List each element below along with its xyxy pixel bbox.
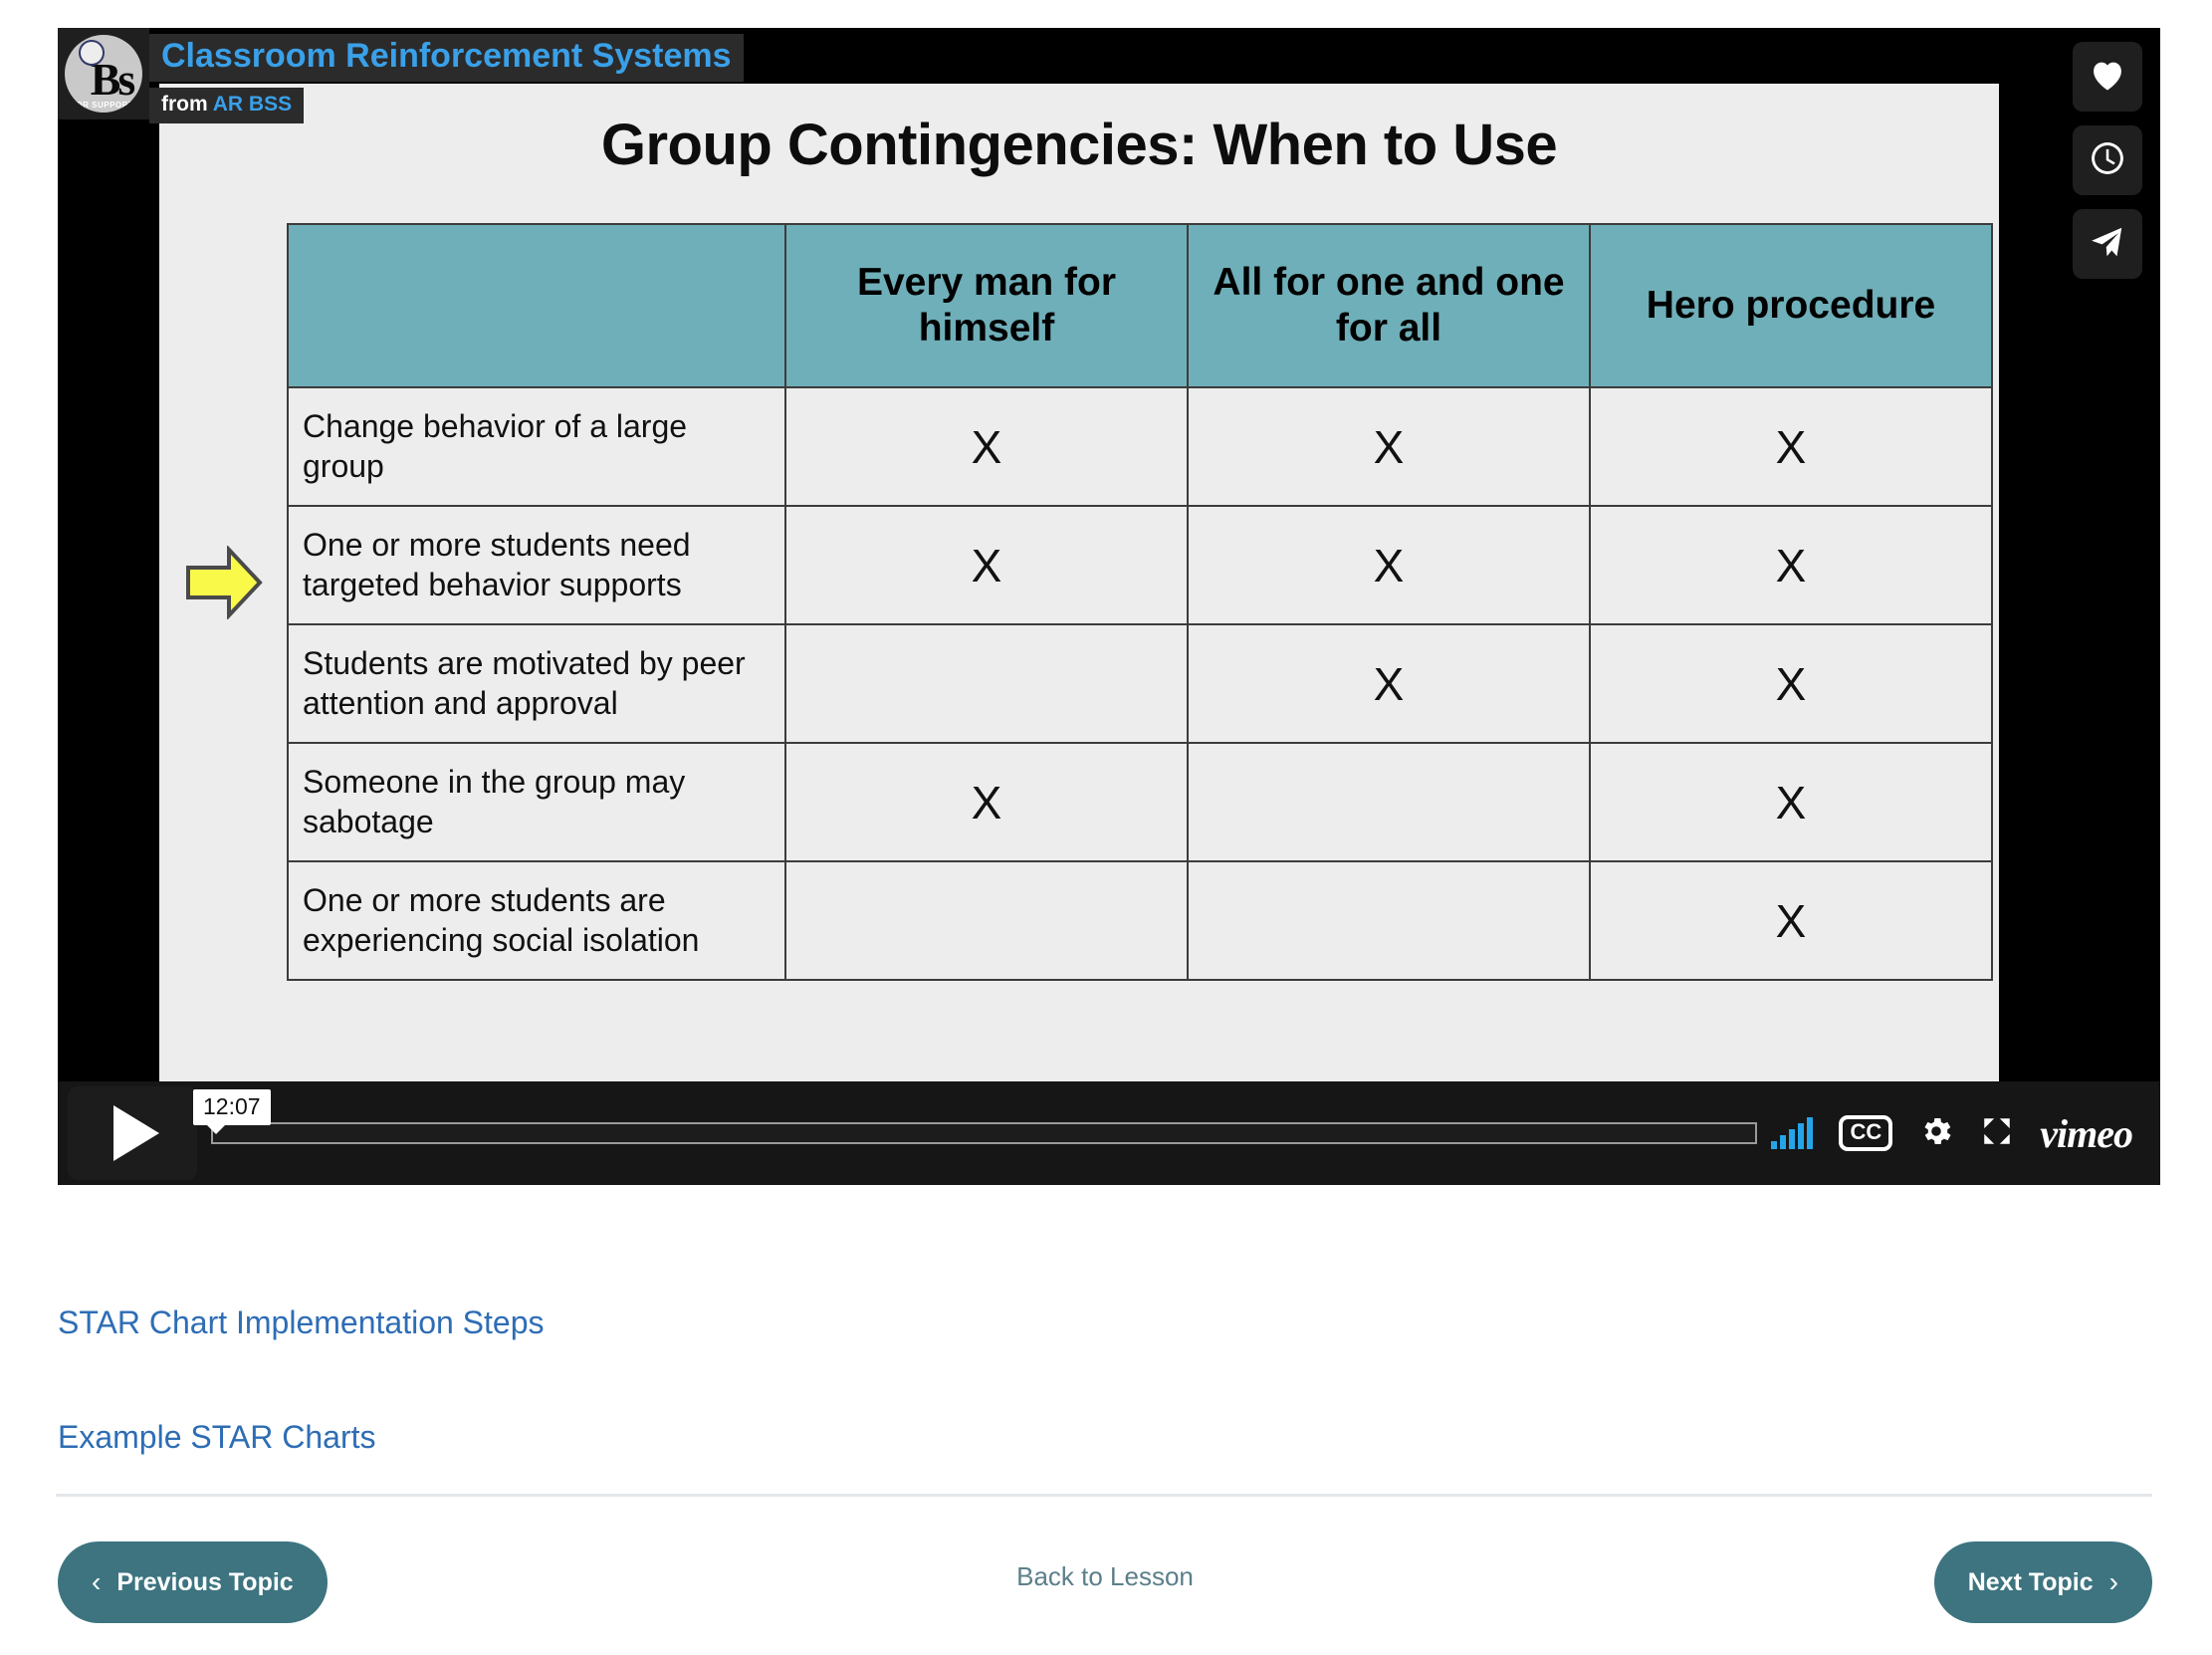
attachment-links: STAR Chart Implementation Steps Example … (58, 1304, 2148, 1534)
previous-topic-button[interactable]: ‹ Previous Topic (58, 1541, 328, 1623)
table-row: One or more students need targeted behav… (287, 505, 1993, 625)
channel-avatar-container[interactable]: Bs IOR SUPPORT (58, 28, 149, 119)
player-controls: 12:07 CC vimeo (58, 1081, 2160, 1185)
link-example-star-charts[interactable]: Example STAR Charts (58, 1419, 2148, 1456)
fullscreen-button[interactable] (1980, 1114, 2014, 1153)
table-header-every-man: Every man for himself (784, 223, 1189, 388)
row-4-mark-1 (1187, 860, 1591, 981)
video-byline: from AR BSS (149, 87, 305, 123)
volume-icon (1771, 1117, 1814, 1149)
table-header-row: Every man for himself All for one and on… (287, 223, 1993, 388)
previous-topic-label: Previous Topic (116, 1567, 294, 1596)
share-button[interactable] (2073, 209, 2142, 279)
row-label: One or more students are experiencing so… (287, 860, 786, 981)
next-topic-label: Next Topic (1967, 1567, 2094, 1596)
row-label: Someone in the group may sabotage (287, 742, 786, 862)
row-4-mark-2: X (1589, 860, 1993, 981)
paper-plane-icon (2089, 223, 2126, 266)
table-header-hero: Hero procedure (1589, 223, 1993, 388)
back-to-lesson-link[interactable]: Back to Lesson (1016, 1561, 1194, 1592)
player-right-controls: CC vimeo (1771, 1110, 2133, 1157)
avatar-subtext: IOR SUPPORT (73, 101, 134, 110)
row-label: One or more students need targeted behav… (287, 505, 786, 625)
table-row: Someone in the group may sabotage X X (287, 742, 1993, 862)
settings-button[interactable] (1918, 1113, 1954, 1154)
byline-prefix: from (161, 92, 208, 116)
row-0-mark-2: X (1589, 386, 1993, 507)
row-2-mark-2: X (1589, 623, 1993, 744)
table-header: Every man for himself All for one and on… (287, 223, 1993, 388)
chevron-right-icon: › (2108, 1566, 2118, 1597)
closed-captions-button[interactable]: CC (1839, 1115, 1893, 1151)
title-stack: Classroom Reinforcement Systems from AR … (149, 34, 744, 123)
chevron-left-icon: ‹ (92, 1566, 102, 1597)
row-3-mark-0: X (784, 742, 1189, 862)
next-topic-button[interactable]: Next Topic › (1933, 1541, 2152, 1623)
row-3-mark-1 (1187, 742, 1591, 862)
contingency-table: Every man for himself All for one and on… (287, 223, 1993, 981)
row-2-mark-1: X (1187, 623, 1591, 744)
video-player[interactable]: Group Contingencies: When to Use Every m… (58, 28, 2160, 1185)
row-0-mark-1: X (1187, 386, 1591, 507)
section-divider (56, 1494, 2152, 1497)
watch-later-button[interactable] (2073, 125, 2142, 195)
row-3-mark-2: X (1589, 742, 1993, 862)
video-title[interactable]: Classroom Reinforcement Systems (149, 34, 744, 82)
byline-channel-link[interactable]: AR BSS (213, 93, 292, 116)
row-1-mark-0: X (784, 505, 1189, 625)
vimeo-logo[interactable]: vimeo (2040, 1110, 2133, 1157)
table-row: Students are motivated by peer attention… (287, 623, 1993, 744)
table-header-all-for-one: All for one and one for all (1187, 223, 1591, 388)
row-0-mark-0: X (784, 386, 1189, 507)
heart-icon (2089, 58, 2126, 97)
volume-control[interactable] (1771, 1117, 1814, 1149)
progress-track[interactable] (211, 1122, 1758, 1144)
seal-icon (79, 40, 105, 66)
table-header-corner (287, 223, 786, 388)
yellow-arrow-icon (186, 546, 263, 619)
slide-image: Group Contingencies: When to Use Every m… (159, 84, 1999, 1107)
row-1-mark-1: X (1187, 505, 1591, 625)
clock-icon (2089, 139, 2126, 182)
row-label: Students are motivated by peer attention… (287, 623, 786, 744)
progress-bar[interactable]: 12:07 (193, 1089, 1758, 1147)
video-title-overlay: Bs IOR SUPPORT Classroom Reinforcement S… (58, 28, 744, 123)
link-star-chart-implementation-steps[interactable]: STAR Chart Implementation Steps (58, 1304, 2148, 1341)
play-icon (113, 1105, 159, 1161)
player-side-actions (2073, 42, 2142, 279)
table-row: Change behavior of a large group X X X (287, 386, 1993, 507)
topic-navigation: ‹ Previous Topic Back to Lesson Next Top… (58, 1541, 2152, 1623)
row-label: Change behavior of a large group (287, 386, 786, 507)
fullscreen-icon (1980, 1117, 2014, 1152)
like-button[interactable] (2073, 42, 2142, 112)
duration-tooltip: 12:07 (193, 1089, 271, 1134)
table-body: Change behavior of a large group X X X O… (287, 386, 1993, 981)
play-button[interactable] (68, 1086, 197, 1180)
row-2-mark-0 (784, 623, 1189, 744)
gear-icon (1918, 1117, 1954, 1153)
row-4-mark-0 (784, 860, 1189, 981)
table-row: One or more students are experiencing so… (287, 860, 1993, 981)
row-1-mark-2: X (1589, 505, 1993, 625)
avatar: Bs IOR SUPPORT (65, 35, 142, 113)
